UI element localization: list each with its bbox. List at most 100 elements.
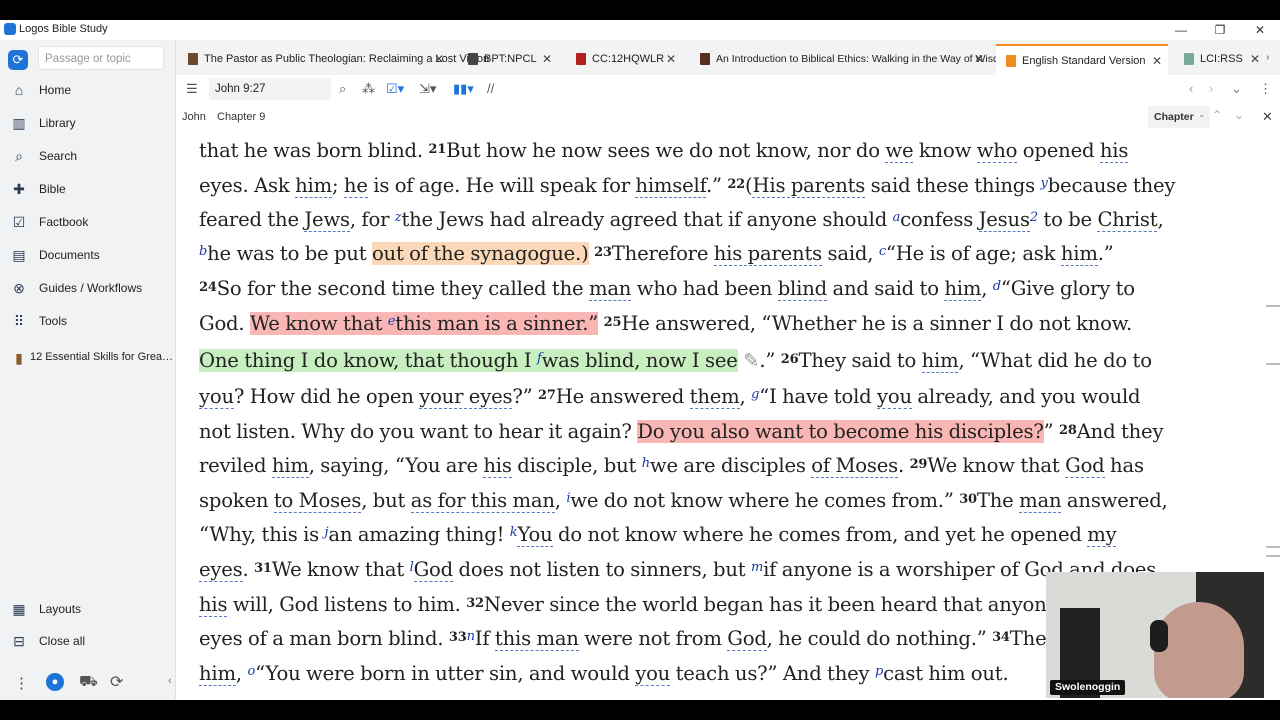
guides-icon: ⊗: [13, 280, 25, 296]
webcam-person: [1154, 602, 1244, 698]
minimize-button[interactable]: —: [1166, 21, 1196, 39]
close-panel-icon[interactable]: ✕: [1262, 109, 1273, 125]
sidebar-item-layouts[interactable]: ▦ Layouts: [0, 595, 175, 623]
text-line: him, o“You were born in utter sin, and w…: [199, 662, 1009, 686]
reference-input[interactable]: John 9:27: [209, 78, 331, 100]
search-icon: ⌕: [15, 148, 23, 164]
chevron-down-icon: ⌄: [1198, 109, 1206, 119]
restore-button[interactable]: ❐: [1205, 21, 1235, 39]
scroll-marker: [1266, 363, 1280, 365]
scope-dropdown[interactable]: Chapter ⌄: [1148, 106, 1210, 128]
cart-icon[interactable]: ⛟: [79, 673, 98, 692]
next-chapter-icon[interactable]: ⌄: [1234, 108, 1244, 122]
sidebar-item-close-all[interactable]: ⊟ Close all: [0, 627, 175, 655]
close-tab-icon[interactable]: ✕: [1152, 54, 1162, 68]
text-line: God. We know that ethis man is a sinner.…: [199, 312, 1133, 335]
sidebar-item-label: Bible: [39, 182, 66, 196]
scrollbar[interactable]: [1266, 133, 1280, 700]
panel-menu-icon[interactable]: ☰: [186, 80, 198, 98]
sidebar: ⟳ Passage or topic ⌂ Home ▥ Library ⌕ Se…: [0, 40, 176, 700]
close-tab-icon[interactable]: ✕: [974, 52, 984, 66]
passage-search-input[interactable]: Passage or topic: [38, 46, 164, 70]
library-icon: ▥: [12, 115, 26, 131]
close-tab-icon[interactable]: ✕: [542, 52, 552, 66]
book-icon: [468, 53, 478, 65]
sidebar-item-label: 12 Essential Skills for Grea…: [30, 351, 174, 363]
text-line: that he was born blind. 21But how he now…: [199, 139, 1129, 163]
close-tab-icon[interactable]: ✕: [434, 52, 444, 66]
tools-icon: ⠿: [13, 313, 25, 329]
tab-label: English Standard Version: [1022, 55, 1146, 67]
sidebar-item-label: Tools: [39, 314, 68, 328]
more-icon[interactable]: ⋮: [14, 674, 29, 692]
text-line: not listen. Why do you want to hear it a…: [199, 420, 1164, 443]
history-dropdown-icon[interactable]: ⌄: [1231, 80, 1242, 98]
sidebar-item-guides[interactable]: ⊗ Guides / Workflows: [0, 274, 175, 302]
sidebar-item-home[interactable]: ⌂ Home: [0, 76, 175, 104]
visual-filter-icon[interactable]: ☑▾: [386, 80, 404, 98]
documents-icon: ▤: [12, 247, 26, 263]
close-all-icon: ⊟: [13, 633, 25, 649]
sidebar-item-factbook[interactable]: ☑ Factbook: [0, 208, 175, 236]
sidebar-item-label: Guides / Workflows: [39, 281, 143, 295]
text-line: eyes. Ask him; he is of age. He will spe…: [199, 174, 1176, 198]
people-icon[interactable]: ⁂: [362, 80, 375, 98]
sync-icon[interactable]: ⟳: [110, 672, 123, 692]
back-icon[interactable]: ‹: [1189, 80, 1193, 98]
tab-lci-rss[interactable]: LCI:RSS ✕: [1174, 46, 1264, 75]
breadcrumb-book[interactable]: John: [182, 111, 206, 123]
text-line: 24So for the second time they called the…: [199, 277, 1135, 301]
interlinear-icon[interactable]: //: [487, 80, 494, 98]
text-line: spoken to Moses, but as for this man, iw…: [199, 489, 1168, 513]
tab-label: CC:12HQWLR: [592, 53, 665, 65]
tab-label: LCI:RSS: [1200, 53, 1243, 65]
text-line: bhe was to be put out of the synagogue.)…: [199, 242, 1114, 266]
forward-icon[interactable]: ›: [1209, 80, 1213, 98]
tab-cc-12hqwlr[interactable]: CC:12HQWLR ✕: [566, 46, 682, 75]
breadcrumb: John Chapter 9 Chapter ⌄ ⌃ ⌄ ✕: [176, 103, 1280, 133]
parallel-icon[interactable]: ▮▮▾: [453, 80, 474, 98]
tab-biblical-ethics[interactable]: An Introduction to Biblical Ethics: Walk…: [690, 46, 1013, 75]
sidebar-item-tools[interactable]: ⠿ Tools: [0, 307, 175, 335]
book-icon: [1184, 53, 1194, 65]
webcam-overlay: Swolenoggin: [1046, 572, 1264, 698]
sidebar-item-recent-book[interactable]: ▮ 12 Essential Skills for Grea…: [0, 344, 175, 372]
tab-label: BPT:NPCL: [484, 53, 537, 65]
breadcrumb-chapter[interactable]: Chapter 9: [217, 111, 265, 123]
close-window-button[interactable]: ✕: [1245, 21, 1275, 39]
previous-chapter-icon[interactable]: ⌃: [1212, 108, 1222, 122]
sidebar-item-label: Library: [39, 116, 76, 130]
tab-bpt-npcl[interactable]: BPT:NPCL ✕: [458, 46, 558, 75]
close-tab-icon[interactable]: ✕: [1250, 52, 1260, 66]
logos-logo-icon[interactable]: ⟳: [8, 50, 28, 70]
collapse-sidebar-icon[interactable]: ‹: [168, 675, 172, 687]
tab-scroll-right-icon[interactable]: ›: [1266, 52, 1269, 63]
text-line: feared the Jews, for zthe Jews had alrea…: [199, 208, 1164, 232]
layouts-icon: ▦: [12, 601, 26, 617]
tab-english-standard-version[interactable]: English Standard Version ✕: [996, 44, 1168, 77]
webcam-name-label: Swolenoggin: [1050, 680, 1126, 695]
book-icon: [700, 53, 710, 65]
sidebar-item-label: Close all: [39, 634, 86, 648]
sidebar-item-documents[interactable]: ▤ Documents: [0, 241, 175, 269]
book-icon: [576, 53, 586, 65]
search-icon[interactable]: ⌕: [339, 80, 346, 98]
account-icon[interactable]: ●: [46, 673, 64, 691]
tab-label: The Pastor as Public Theologian: Reclaim…: [204, 53, 490, 65]
close-tab-icon[interactable]: ✕: [666, 52, 676, 66]
factbook-icon: ☑: [12, 214, 26, 230]
bible-icon: [1006, 55, 1016, 67]
sidebar-item-label: Search: [39, 149, 78, 163]
sidebar-item-label: Layouts: [39, 602, 82, 616]
window-title: Logos Bible Study: [19, 23, 108, 35]
sidebar-item-library[interactable]: ▥ Library: [0, 109, 175, 137]
reader-toolbar: ☰ John 9:27 ⌕ ⁂ ☑▾ ⇲▾ ▮▮▾ // ‹ › ⌄ ⋮: [176, 75, 1280, 103]
text-line: eyes of a man born blind. 33nIf this man…: [199, 627, 1158, 651]
sidebar-item-bible[interactable]: ✚ Bible: [0, 175, 175, 203]
scroll-marker: [1266, 305, 1280, 307]
sidebar-item-search[interactable]: ⌕ Search: [0, 142, 175, 170]
inline-icon[interactable]: ⇲▾: [419, 80, 436, 98]
tab-pastor-public-theologian[interactable]: The Pastor as Public Theologian: Reclaim…: [178, 46, 489, 75]
sidebar-item-label: Home: [39, 83, 72, 97]
panel-more-icon[interactable]: ⋮: [1259, 80, 1272, 98]
